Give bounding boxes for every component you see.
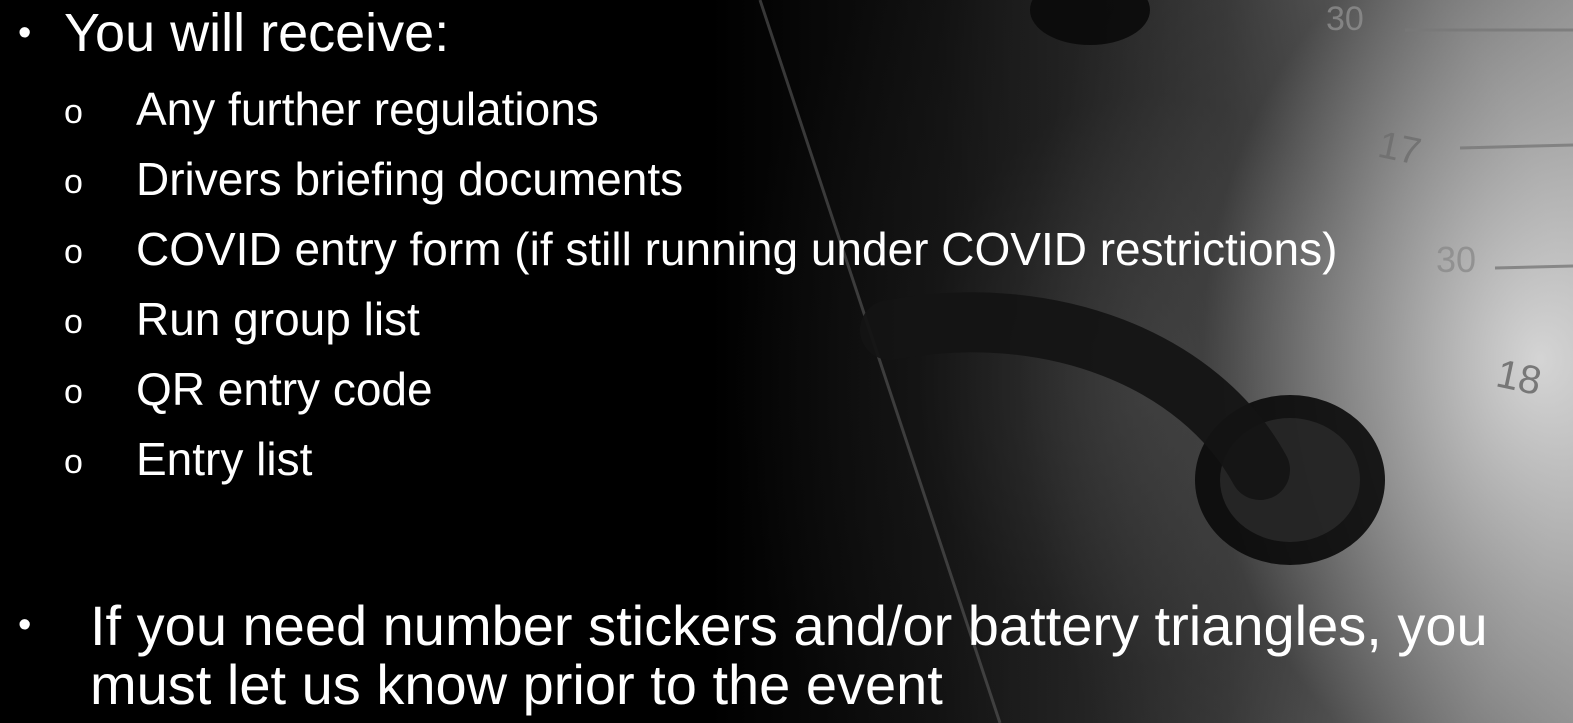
list-item: o COVID entry form (if still running unde… <box>64 226 1337 272</box>
calendar-number: 18 <box>1492 352 1545 404</box>
list-item: o QR entry code <box>64 366 433 412</box>
slide: 30 17 30 18 • You will receive: o Any furt… <box>0 0 1573 723</box>
bullet-icon: • <box>18 12 32 54</box>
list-item-text: Any further regulations <box>136 83 599 135</box>
calendar-number: 30 <box>1436 239 1476 280</box>
list-item-text: Drivers briefing documents <box>136 153 684 205</box>
sub-bullet-icon: o <box>64 233 83 271</box>
note-bullet: • If you need number stickers and/or bat… <box>18 596 1573 715</box>
note-text: If you need number stickers and/or batte… <box>90 594 1488 717</box>
sub-bullet-icon: o <box>64 373 83 411</box>
list-item: o Entry list <box>64 436 312 482</box>
calendar-number: 17 <box>1374 124 1424 174</box>
sub-bullet-icon: o <box>64 163 83 201</box>
list-item-text: Entry list <box>136 433 313 485</box>
list-item: o Run group list <box>64 296 420 342</box>
heading-text: You will receive: <box>64 3 450 63</box>
list-item: o Any further regulations <box>64 86 599 132</box>
list-item-text: QR entry code <box>136 363 433 415</box>
bullet-icon: • <box>18 604 32 646</box>
sub-bullet-icon: o <box>64 303 83 341</box>
list-item-text: Run group list <box>136 293 420 345</box>
list-item: o Drivers briefing documents <box>64 156 683 202</box>
list-item-text: COVID entry form (if still running under… <box>136 223 1338 275</box>
sub-bullet-icon: o <box>64 93 83 131</box>
calendar-number: 30 <box>1326 0 1364 38</box>
sub-bullet-icon: o <box>64 443 83 481</box>
heading-bullet: • You will receive: <box>18 6 449 60</box>
